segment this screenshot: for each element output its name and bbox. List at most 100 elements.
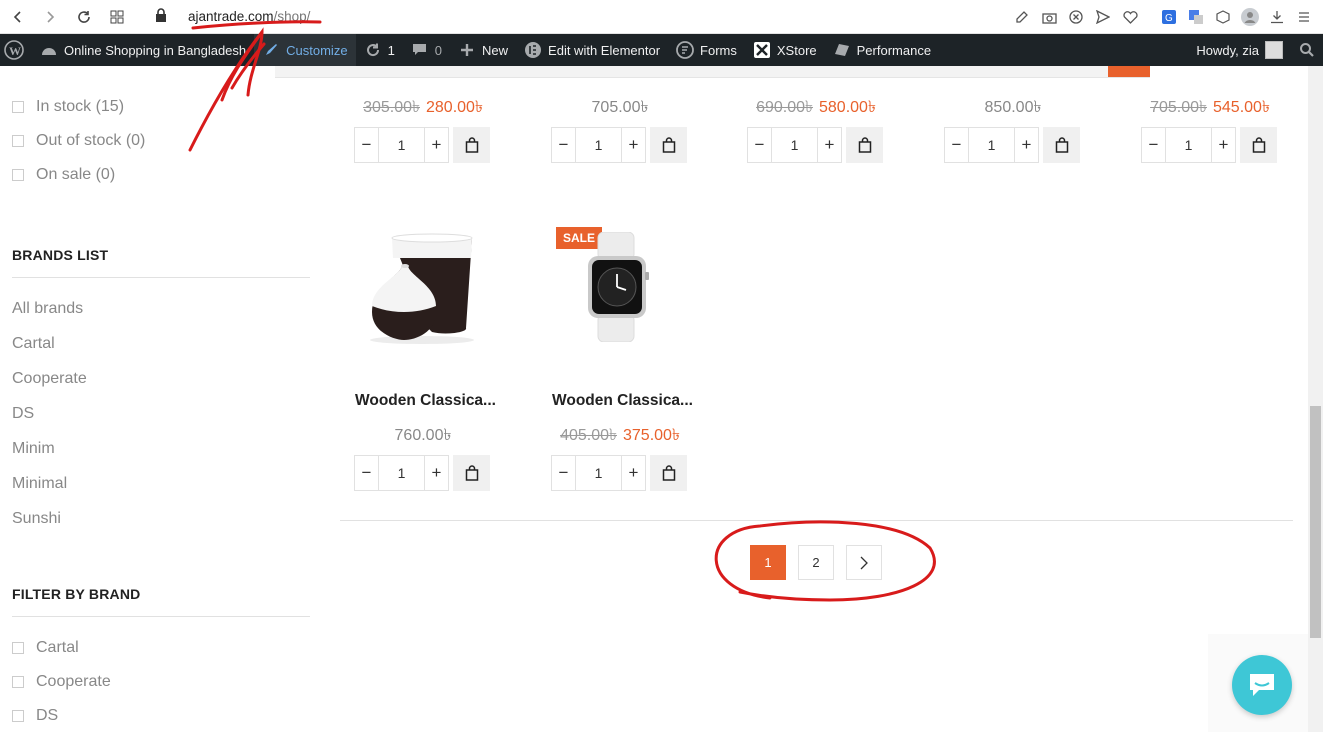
checkbox[interactable] bbox=[12, 676, 24, 688]
shopping-bag-icon bbox=[662, 137, 675, 153]
qty-minus-button[interactable]: − bbox=[945, 128, 968, 162]
qty-plus-button[interactable]: + bbox=[622, 456, 645, 490]
updates-link[interactable]: 1 bbox=[356, 34, 403, 66]
site-name-link[interactable]: Online Shopping in Bangladesh bbox=[32, 34, 254, 66]
camera-icon[interactable] bbox=[1040, 8, 1058, 26]
brand-link-minimal[interactable]: Minimal bbox=[12, 466, 310, 501]
brand-filter-ds[interactable]: DS bbox=[12, 699, 310, 733]
checkbox[interactable] bbox=[12, 710, 24, 722]
qty-input[interactable]: 1 bbox=[575, 128, 622, 162]
qty-plus-button[interactable]: + bbox=[818, 128, 841, 162]
qty-minus-button[interactable]: − bbox=[552, 128, 575, 162]
qty-plus-button[interactable]: + bbox=[1015, 128, 1038, 162]
xstore-link[interactable]: XStore bbox=[745, 34, 825, 66]
checkbox[interactable] bbox=[12, 135, 24, 147]
product-price: 850.00৳ bbox=[944, 94, 1082, 121]
chat-icon bbox=[1250, 674, 1274, 696]
qty-minus-button[interactable]: − bbox=[355, 128, 378, 162]
checkbox[interactable] bbox=[12, 101, 24, 113]
brand-link-cooperate[interactable]: Cooperate bbox=[12, 361, 310, 396]
profile-icon[interactable] bbox=[1241, 8, 1259, 26]
new-content-link[interactable]: New bbox=[450, 34, 516, 66]
add-to-cart-button[interactable] bbox=[650, 455, 687, 491]
add-to-cart-button[interactable] bbox=[650, 127, 687, 163]
comments-link[interactable]: 0 bbox=[403, 34, 450, 66]
wordpress-logo-icon[interactable]: W bbox=[0, 34, 32, 66]
download-icon[interactable] bbox=[1268, 8, 1286, 26]
customize-link[interactable]: Customize bbox=[254, 34, 356, 66]
page-2-link[interactable]: 2 bbox=[798, 545, 834, 580]
qty-input[interactable]: 1 bbox=[378, 456, 425, 490]
send-icon[interactable] bbox=[1094, 8, 1112, 26]
heart-icon[interactable] bbox=[1121, 8, 1139, 26]
stock-filter-in-stock[interactable]: In stock (15) bbox=[12, 90, 310, 124]
qty-minus-button[interactable]: − bbox=[1142, 128, 1165, 162]
scrollbar-thumb[interactable] bbox=[1310, 406, 1321, 638]
block-icon[interactable] bbox=[1067, 8, 1085, 26]
qty-plus-button[interactable]: + bbox=[622, 128, 645, 162]
product-title-link[interactable]: Wooden Classica... bbox=[355, 392, 496, 410]
qty-minus-button[interactable]: − bbox=[355, 456, 378, 490]
qty-minus-button[interactable]: − bbox=[748, 128, 771, 162]
brand-link-sunshi[interactable]: Sunshi bbox=[12, 501, 310, 536]
add-to-cart-button[interactable] bbox=[453, 455, 490, 491]
qty-plus-button[interactable]: + bbox=[425, 128, 448, 162]
product-image-watch[interactable] bbox=[584, 231, 650, 343]
qty-input[interactable]: 1 bbox=[771, 128, 818, 162]
brand-link-minim[interactable]: Minim bbox=[12, 431, 310, 466]
qty-plus-button[interactable]: + bbox=[1212, 128, 1235, 162]
add-to-cart-button[interactable] bbox=[1240, 127, 1277, 163]
account-menu[interactable]: Howdy, zia bbox=[1188, 34, 1291, 66]
add-to-cart-button[interactable] bbox=[846, 127, 883, 163]
qty-minus-button[interactable]: − bbox=[552, 456, 575, 490]
search-icon[interactable] bbox=[1291, 34, 1323, 66]
menu-icon[interactable] bbox=[1295, 8, 1313, 26]
add-to-cart-button[interactable] bbox=[1043, 127, 1080, 163]
product-price: 705.00৳ bbox=[551, 94, 689, 121]
product-price: 690.00৳ 580.00৳ bbox=[747, 94, 885, 121]
back-icon[interactable] bbox=[4, 0, 32, 34]
site-search-button[interactable] bbox=[1108, 66, 1150, 77]
qty-input[interactable]: 1 bbox=[575, 456, 622, 490]
extension-icon[interactable] bbox=[1214, 8, 1232, 26]
checkbox[interactable] bbox=[12, 642, 24, 654]
product-title-link[interactable]: Wooden Classica... bbox=[552, 392, 693, 410]
stock-filter-on-sale[interactable]: On sale (0) bbox=[12, 158, 310, 192]
product-image-vases[interactable] bbox=[364, 228, 482, 346]
svg-text:G: G bbox=[1165, 13, 1173, 24]
site-search-field[interactable] bbox=[275, 66, 1150, 78]
address-bar[interactable]: ajantrade.com/shop/ bbox=[188, 5, 310, 27]
lock-icon[interactable] bbox=[155, 8, 167, 27]
qty-input[interactable]: 1 bbox=[378, 128, 425, 162]
brand-link-ds[interactable]: DS bbox=[12, 396, 310, 431]
brand-filter-cooperate[interactable]: Cooperate bbox=[12, 665, 310, 699]
next-page-button[interactable] bbox=[846, 545, 882, 580]
qty-input[interactable]: 1 bbox=[1165, 128, 1212, 162]
apps-icon[interactable] bbox=[103, 0, 131, 34]
brand-filter-cartal[interactable]: Cartal bbox=[12, 631, 310, 665]
google-translate-icon[interactable] bbox=[1187, 8, 1205, 26]
filter-label: Out of stock (0) bbox=[36, 132, 146, 149]
filter-by-brand-title: FILTER BY BRAND bbox=[12, 586, 310, 617]
forms-link[interactable]: Forms bbox=[668, 34, 745, 66]
elementor-label: Edit with Elementor bbox=[548, 42, 661, 58]
page-1-current[interactable]: 1 bbox=[750, 545, 786, 580]
stock-filter-out-of-stock[interactable]: Out of stock (0) bbox=[12, 124, 310, 158]
add-to-cart-button[interactable] bbox=[453, 127, 490, 163]
elementor-link[interactable]: Edit with Elementor bbox=[516, 34, 668, 66]
checkbox[interactable] bbox=[12, 169, 24, 181]
performance-link[interactable]: Performance bbox=[825, 34, 939, 66]
translate-icon[interactable]: G bbox=[1160, 8, 1178, 26]
chat-button[interactable] bbox=[1232, 655, 1292, 715]
forward-icon[interactable] bbox=[36, 0, 64, 34]
shopping-bag-icon bbox=[858, 137, 871, 153]
qty-input[interactable]: 1 bbox=[968, 128, 1015, 162]
chevron-right-icon bbox=[860, 556, 868, 569]
brand-link-all[interactable]: All brands bbox=[12, 291, 310, 326]
filter-label: Cartal bbox=[36, 639, 79, 656]
reload-icon[interactable] bbox=[70, 0, 98, 34]
brand-link-cartal[interactable]: Cartal bbox=[12, 326, 310, 361]
add-to-cart-row: − 1 + bbox=[551, 455, 687, 491]
edit-icon[interactable] bbox=[1013, 8, 1031, 26]
qty-plus-button[interactable]: + bbox=[425, 456, 448, 490]
